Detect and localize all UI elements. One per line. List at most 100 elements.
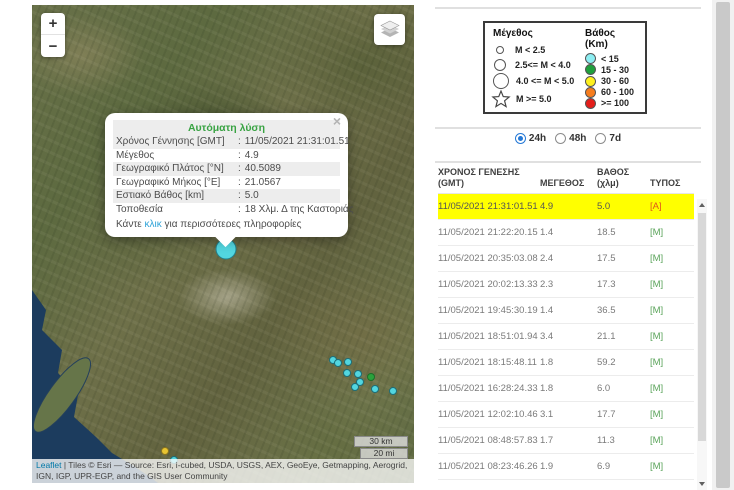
earthquake-marker[interactable]: [334, 359, 342, 367]
popup-row-value: :5.0: [238, 190, 337, 202]
zoom-in-button[interactable]: +: [41, 13, 65, 35]
time-filter-option[interactable]: 48h: [555, 133, 586, 144]
legend-box: Μέγεθος M < 2.5 2.5<= M < 4.0 4.0 <= M <…: [483, 21, 647, 114]
popup-row: Εστιακό Βάθος [km] :5.0: [113, 189, 340, 203]
zoom-out-button[interactable]: −: [41, 35, 65, 57]
header-depth: ΒΑΘΟΣ (χλμ): [597, 167, 650, 188]
table-row[interactable]: 11/05/2021 18:15:48.11 1.8 59.2 [M]: [438, 350, 694, 376]
cell-depth: 17.7: [597, 409, 650, 420]
cell-type: [M]: [650, 305, 694, 316]
legend-item-label: 60 - 100: [601, 87, 634, 97]
legend-depth: Βάθος (Km) < 15 15 - 30 30 - 60 60 - 100…: [585, 28, 639, 109]
more-info-link[interactable]: κλικ: [145, 219, 162, 230]
legend-item: 2.5<= M < 4.0: [493, 58, 577, 74]
cell-depth: 5.0: [597, 201, 650, 212]
legend-item-label: >= 100: [601, 98, 629, 108]
legend-depth-title: Βάθος (Km): [585, 28, 639, 50]
close-icon[interactable]: ×: [333, 114, 341, 128]
depth-color-dot-icon: [585, 76, 596, 87]
table-row[interactable]: 11/05/2021 08:23:46.26 1.9 6.9 [M]: [438, 454, 694, 480]
legend-magnitude-title: Μέγεθος: [493, 28, 577, 39]
layers-icon: [379, 19, 401, 41]
divider: [435, 7, 701, 9]
legend-item-label: M >= 5.0: [516, 94, 552, 104]
earthquake-marker[interactable]: [161, 447, 169, 455]
cell-time: 11/05/2021 08:23:46.26: [438, 461, 540, 472]
earthquake-marker[interactable]: [351, 383, 359, 391]
popup-row: Χρόνος Γέννησης [GMT] :11/05/2021 21:31:…: [113, 135, 340, 149]
cell-type: [M]: [650, 279, 694, 290]
earthquake-marker[interactable]: [371, 385, 379, 393]
table-row[interactable]: 11/05/2021 19:45:30.19 1.4 36.5 [M]: [438, 298, 694, 324]
table-scrollbar-thumb[interactable]: [698, 213, 706, 441]
table-row[interactable]: 11/05/2021 18:51:01.94 3.4 21.1 [M]: [438, 324, 694, 350]
popup-row-label: Τοποθεσία: [116, 204, 238, 216]
radio-icon[interactable]: [595, 133, 606, 144]
cell-magnitude: 2.3: [540, 279, 597, 290]
table-row[interactable]: 11/05/2021 20:35:03.08 2.4 17.5 [M]: [438, 246, 694, 272]
scroll-up-icon[interactable]: [699, 203, 705, 207]
map-attribution: Leaflet | Tiles © Esri — Source: Esri, i…: [32, 459, 414, 483]
leaflet-link[interactable]: Leaflet: [36, 460, 62, 470]
time-filter-label: 48h: [569, 133, 586, 144]
table-row[interactable]: 11/05/2021 21:31:01.51 4.9 5.0 [A]: [438, 194, 694, 220]
popup-rows: Χρόνος Γέννησης [GMT] :11/05/2021 21:31:…: [113, 135, 340, 216]
popup-footer: Κάντε κλικ για περισσότερες πληροφορίες: [113, 216, 340, 231]
cell-magnitude: 2.4: [540, 253, 597, 264]
page-scrollbar-thumb[interactable]: [716, 2, 730, 488]
cell-time: 11/05/2021 18:15:48.11: [438, 357, 540, 368]
legend-item-label: 15 - 30: [601, 65, 629, 75]
cell-type: [M]: [650, 383, 694, 394]
time-filter-option[interactable]: 24h: [515, 133, 546, 144]
popup-row-label: Γεωγραφικό Μήκος [°E]: [116, 177, 238, 189]
cell-time: 11/05/2021 21:31:01.51: [438, 201, 540, 212]
table-row[interactable]: 11/05/2021 21:22:20.15 1.4 18.5 [M]: [438, 220, 694, 246]
table-row[interactable]: 11/05/2021 20:02:13.33 2.3 17.3 [M]: [438, 272, 694, 298]
page-scrollbar[interactable]: [712, 0, 734, 490]
layers-button[interactable]: [374, 14, 405, 45]
cell-type: [M]: [650, 227, 694, 238]
legend-item: M < 2.5: [493, 42, 577, 58]
depth-color-dot-icon: [585, 53, 596, 64]
cell-time: 11/05/2021 16:28:24.33: [438, 383, 540, 394]
time-filter-group: 24h 48h 7d: [435, 133, 701, 144]
popup-row-value: :11/05/2021 21:31:01.51: [238, 136, 350, 148]
earthquake-marker[interactable]: [343, 369, 351, 377]
cell-time: 11/05/2021 20:02:13.33: [438, 279, 540, 290]
cell-depth: 36.5: [597, 305, 650, 316]
cell-magnitude: 1.8: [540, 357, 597, 368]
table-row[interactable]: 11/05/2021 16:28:24.33 1.8 6.0 [M]: [438, 376, 694, 402]
table-scrollbar[interactable]: [697, 199, 707, 490]
earthquake-marker[interactable]: [354, 370, 362, 378]
scale-bar-km: 30 km: [354, 436, 408, 447]
scroll-down-icon[interactable]: [699, 482, 705, 486]
time-filter-option[interactable]: 7d: [595, 133, 621, 144]
magnitude-small-circle-icon: [496, 46, 504, 54]
earthquake-marker[interactable]: [389, 387, 397, 395]
legend-item: >= 100: [585, 98, 639, 109]
cell-magnitude: 3.1: [540, 409, 597, 420]
earthquake-marker[interactable]: [367, 373, 375, 381]
cell-depth: 18.5: [597, 227, 650, 238]
map-container[interactable]: + − × Αυτόματη λύση Χρόνος Γέννησης [GMT…: [32, 5, 414, 483]
cell-depth: 6.0: [597, 383, 650, 394]
cell-depth: 17.5: [597, 253, 650, 264]
cell-time: 11/05/2021 21:22:20.15: [438, 227, 540, 238]
popup-row: Μέγεθος :4.9: [113, 149, 340, 163]
legend-item: 60 - 100: [585, 87, 639, 98]
popup-row-value: :18 Χλμ. Δ της Καστοριάς: [238, 204, 354, 216]
legend-item-label: 2.5<= M < 4.0: [515, 60, 571, 70]
time-filter-label: 24h: [529, 133, 546, 144]
cell-time: 11/05/2021 18:51:01.94: [438, 331, 540, 342]
cell-time: 11/05/2021 08:48:57.83: [438, 435, 540, 446]
table-row[interactable]: 11/05/2021 12:02:10.46 3.1 17.7 [M]: [438, 402, 694, 428]
cell-magnitude: 1.8: [540, 383, 597, 394]
cell-type: [M]: [650, 357, 694, 368]
radio-icon[interactable]: [515, 133, 526, 144]
divider: [435, 161, 701, 163]
radio-icon[interactable]: [555, 133, 566, 144]
depth-color-dot-icon: [585, 64, 596, 75]
earthquake-marker[interactable]: [344, 358, 352, 366]
header-type: ΤΥΠΟΣ: [650, 178, 694, 189]
table-row[interactable]: 11/05/2021 08:48:57.83 1.7 11.3 [M]: [438, 428, 694, 454]
